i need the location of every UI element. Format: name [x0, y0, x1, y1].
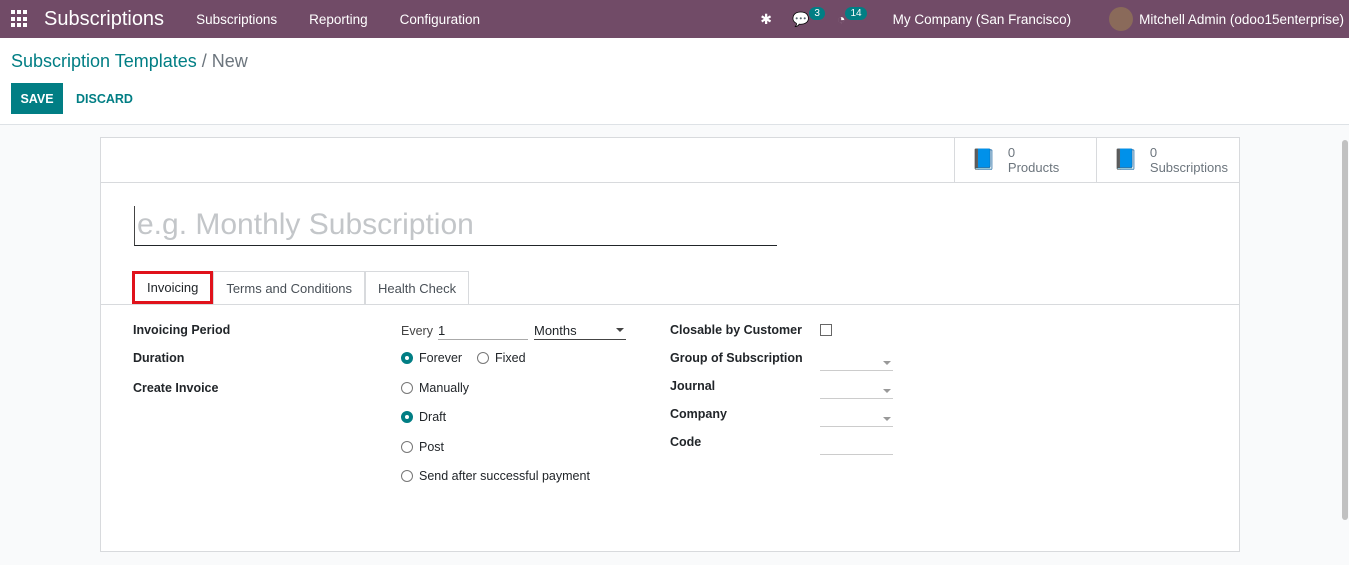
tab-health-check[interactable]: Health Check: [365, 271, 470, 304]
products-count: 0: [1007, 145, 1016, 160]
group-select[interactable]: [820, 351, 893, 371]
period-unit-value: Months: [534, 323, 577, 338]
code-input[interactable]: [820, 435, 893, 455]
tab-terms-and-conditions[interactable]: Terms and Conditions: [213, 271, 366, 304]
radio-label: Forever: [419, 351, 463, 365]
create-invoice-draft-radio[interactable]: Draft: [401, 410, 446, 424]
create-invoice-post-radio[interactable]: Post: [401, 440, 444, 454]
breadcrumb: Subscription Templates / New: [11, 51, 248, 72]
caret-down-icon: [883, 417, 891, 425]
discard-button[interactable]: DISCARD: [76, 92, 133, 106]
caret-down-icon: [883, 361, 891, 369]
code-label: Code: [670, 435, 702, 449]
closable-checkbox[interactable]: [820, 324, 832, 336]
radio-icon: [401, 470, 413, 482]
avatar[interactable]: [1109, 7, 1134, 31]
divider: [101, 182, 1239, 183]
activities-badge: 14: [845, 6, 867, 20]
save-button[interactable]: SAVE: [11, 83, 63, 114]
radio-checked-icon: [401, 352, 413, 364]
duration-forever-radio[interactable]: Forever: [401, 351, 462, 365]
book-icon: 📘: [1113, 148, 1138, 171]
company-switcher[interactable]: My Company (San Francisco): [893, 12, 1072, 27]
app-title[interactable]: Subscriptions: [44, 8, 164, 31]
radio-icon: [401, 382, 413, 394]
create-invoice-label: Create Invoice: [133, 381, 219, 395]
messages-badge: 3: [809, 6, 825, 20]
apps-menu-icon[interactable]: [11, 10, 29, 28]
form-sheet: 📘 0 Products 📘 0 Subscriptions e.g. Monthly …: [100, 137, 1240, 552]
debug-bug-icon[interactable]: ✱: [760, 11, 772, 28]
radio-label: Fixed: [495, 351, 526, 365]
breadcrumb-current: / New: [201, 51, 248, 71]
radio-label: Post: [419, 440, 445, 454]
company-select[interactable]: [820, 407, 893, 427]
menu-reporting[interactable]: Reporting: [293, 12, 384, 27]
every-label: Every: [401, 324, 433, 338]
subscriptions-count: 0: [1149, 145, 1158, 160]
products-label: Products: [1007, 160, 1060, 175]
caret-down-icon: [883, 389, 891, 397]
tab-invoicing[interactable]: Invoicing: [132, 271, 214, 304]
menu-configuration[interactable]: Configuration: [384, 12, 496, 27]
caret-down-icon: [616, 328, 624, 336]
every-value-input[interactable]: 1: [438, 320, 528, 340]
duration-label: Duration: [133, 351, 185, 365]
invoicing-period-label: Invoicing Period: [133, 323, 231, 337]
duration-fixed-radio[interactable]: Fixed: [477, 351, 526, 365]
closable-label: Closable by Customer: [670, 323, 802, 337]
menu-subscriptions[interactable]: Subscriptions: [180, 12, 293, 27]
radio-label: Manually: [419, 381, 470, 395]
radio-checked-icon: [401, 411, 413, 423]
divider: [101, 304, 1239, 305]
radio-label: Send after successful payment: [419, 469, 590, 483]
messages-icon[interactable]: 💬: [792, 11, 809, 28]
radio-icon: [401, 441, 413, 453]
book-icon: 📘: [971, 148, 996, 171]
company-label: Company: [670, 407, 727, 421]
group-label: Group of Subscription: [670, 351, 803, 365]
scrollbar[interactable]: [1342, 140, 1348, 520]
period-unit-select[interactable]: Months: [534, 320, 626, 340]
radio-label: Draft: [419, 410, 447, 424]
top-navbar: Subscriptions Subscriptions Reporting Co…: [0, 0, 1349, 38]
notebook-tabs: Invoicing Terms and Conditions Health Ch…: [132, 271, 470, 304]
journal-select[interactable]: [820, 379, 893, 399]
subscriptions-smart-button[interactable]: 📘 0 Subscriptions: [1096, 138, 1240, 182]
breadcrumb-parent[interactable]: Subscription Templates: [11, 51, 197, 71]
radio-icon: [477, 352, 489, 364]
name-input[interactable]: e.g. Monthly Subscription: [134, 206, 777, 246]
create-invoice-send-radio[interactable]: Send after successful payment: [401, 469, 590, 483]
user-menu[interactable]: Mitchell Admin (odoo15enterprise): [1139, 12, 1344, 27]
activities-clock-icon[interactable]: ◔: [837, 11, 845, 27]
journal-label: Journal: [670, 379, 716, 393]
create-invoice-manually-radio[interactable]: Manually: [401, 381, 469, 395]
products-smart-button[interactable]: 📘 0 Products: [954, 138, 1097, 182]
subscriptions-label: Subscriptions: [1149, 160, 1228, 175]
